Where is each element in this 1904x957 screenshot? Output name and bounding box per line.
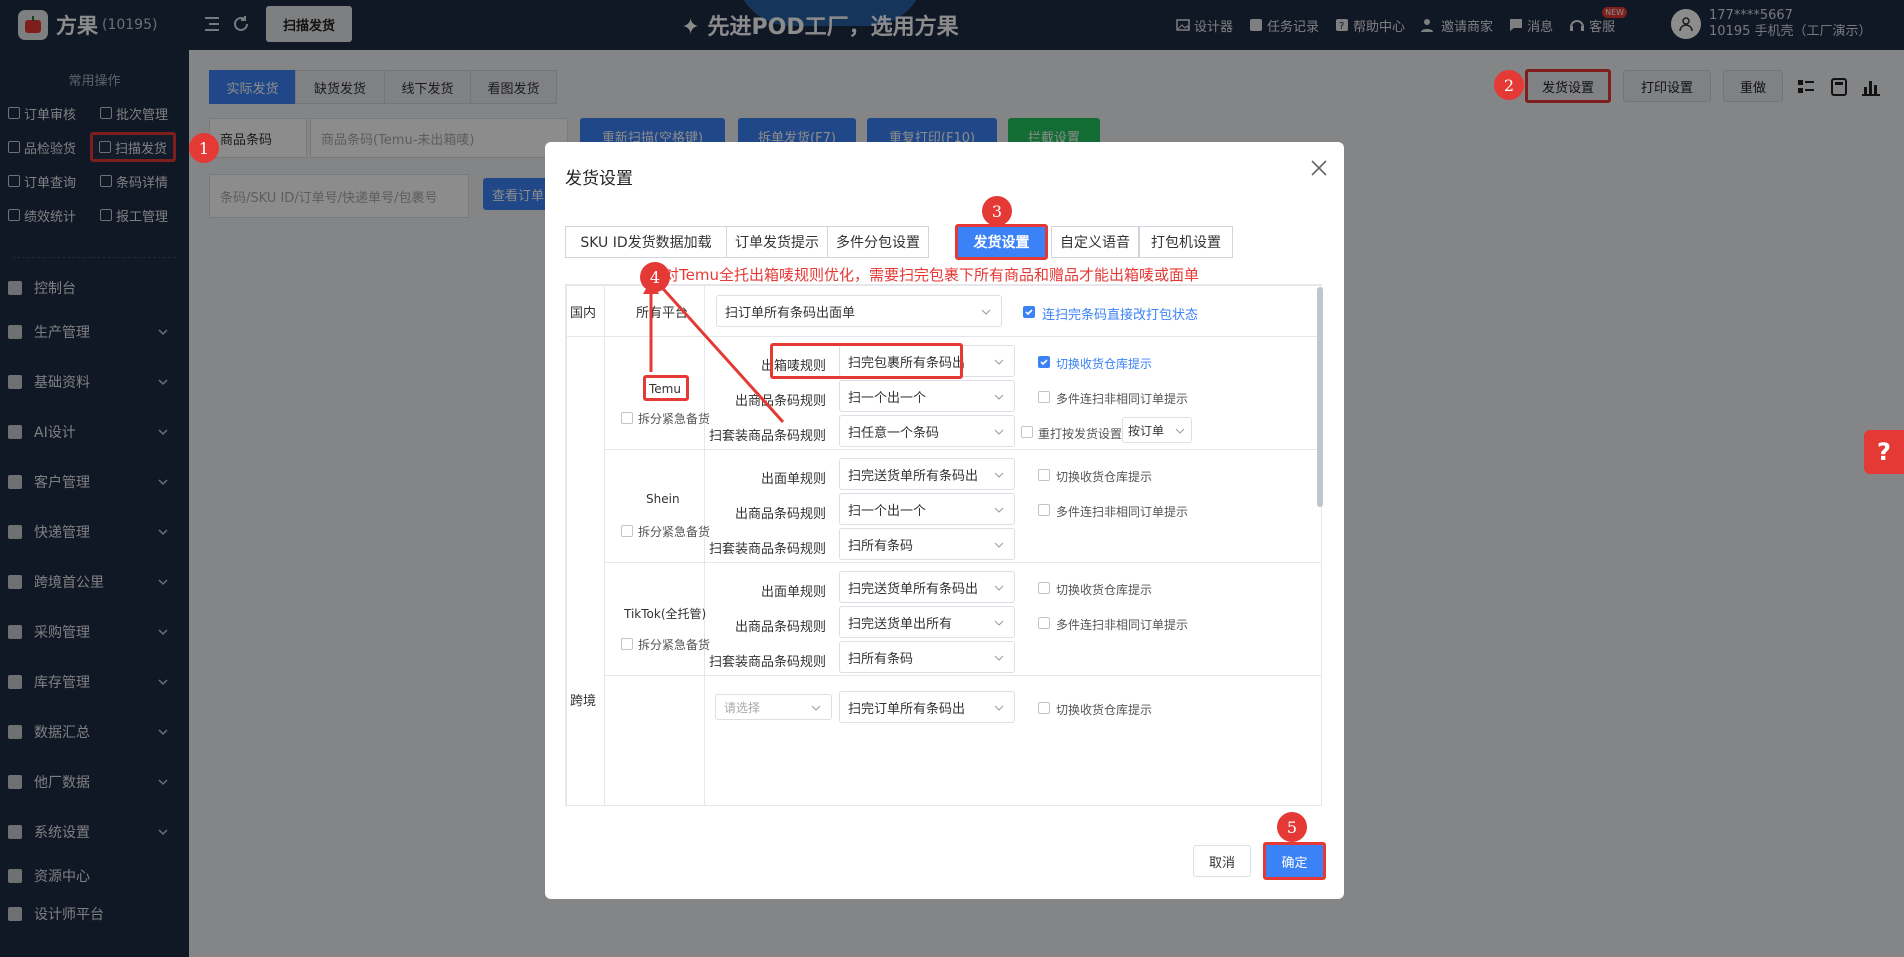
other-platform-select[interactable]: 请选择: [715, 694, 832, 720]
check-icon: [1025, 309, 1033, 316]
tiktok-warehouse-tip-label: 切换收货仓库提示: [1056, 583, 1153, 597]
temu-set-rule-select[interactable]: 扫任意一个条码: [839, 415, 1015, 447]
tab-packer-settings[interactable]: 打包机设置: [1139, 226, 1233, 258]
temu-warehouse-tip-checkbox[interactable]: [1038, 356, 1050, 368]
tab-custom-voice[interactable]: 自定义语音: [1051, 226, 1139, 258]
tiktok-multi-scan-label: 多件连扫非相同订单提示: [1056, 618, 1189, 632]
callout-1: 1: [189, 133, 219, 163]
tiktok-warehouse-tip-checkbox[interactable]: [1038, 582, 1050, 594]
temu-multi-scan-checkbox[interactable]: [1038, 391, 1050, 403]
question-icon: ?: [1877, 438, 1891, 466]
temu-reprint-checkbox[interactable]: [1021, 426, 1033, 438]
help-float-tab[interactable]: ?: [1864, 430, 1904, 474]
temu-reprint-label: 重打按发货设置走: [1038, 427, 1135, 441]
temu-barcode-rule-select[interactable]: 扫一个出一个: [839, 380, 1015, 412]
tiktok-rule3-label: 扫套装商品条码规则: [708, 655, 826, 670]
shein-barcode-rule-select[interactable]: 扫一个出一个: [839, 493, 1015, 525]
platform-tiktok: TikTok(全托管): [624, 607, 707, 621]
select-value: 扫完送货单出所有: [848, 616, 953, 632]
select-value: 扫一个出一个: [848, 390, 927, 406]
other-warehouse-tip-label: 切换收货仓库提示: [1056, 703, 1153, 717]
chevron-down-icon: [994, 620, 1004, 626]
select-value: 扫所有条码: [848, 651, 914, 667]
callout-2: 2: [1494, 70, 1524, 100]
chevron-down-icon: [994, 472, 1004, 478]
chevron-down-icon: [994, 359, 1004, 365]
check-icon: [1040, 359, 1048, 366]
crossborder-label-cell: [566, 336, 605, 805]
close-icon[interactable]: [1309, 158, 1329, 178]
tiktok-set-rule-select[interactable]: 扫所有条码: [839, 641, 1015, 673]
tiktok-rule2-label: 出商品条码规则: [734, 620, 826, 635]
chevron-down-icon: [994, 705, 1004, 711]
auto-pack-label: 连扫完条码直接改打包状态: [1042, 308, 1199, 323]
chevron-down-icon: [994, 394, 1004, 400]
temu-warehouse-tip-label: 切换收货仓库提示: [1056, 357, 1153, 371]
chevron-down-icon: [994, 542, 1004, 548]
callout-3: 3: [982, 196, 1012, 226]
auto-pack-checkbox[interactable]: [1023, 306, 1035, 318]
shein-split-checkbox[interactable]: [621, 525, 633, 537]
chevron-down-icon: [981, 309, 991, 315]
chevron-down-icon: [811, 705, 821, 711]
callout-5: 5: [1277, 812, 1307, 842]
temu-reprint-mode-select[interactable]: 按订单: [1122, 417, 1192, 443]
confirm-button[interactable]: 确定: [1263, 842, 1326, 880]
tab-multi-package[interactable]: 多件分包设置: [827, 226, 929, 258]
chevron-down-icon: [994, 585, 1004, 591]
domestic-label: 国内: [570, 306, 597, 321]
tiktok-label-rule-select[interactable]: 扫完送货单所有条码出: [839, 571, 1015, 603]
annotation-arrows: [643, 274, 785, 424]
select-value: 扫完送货单所有条码出: [848, 468, 979, 484]
select-value: 扫任意一个条码: [848, 425, 940, 441]
chevron-down-icon: [994, 429, 1004, 435]
chevron-down-icon: [994, 655, 1004, 661]
tiktok-barcode-rule-select[interactable]: 扫完送货单出所有: [839, 606, 1015, 638]
chevron-down-icon: [994, 507, 1004, 513]
shein-multi-scan-checkbox[interactable]: [1038, 504, 1050, 516]
tiktok-rule1-label: 出面单规则: [760, 585, 826, 600]
cancel-button[interactable]: 取消: [1193, 845, 1251, 877]
shein-warehouse-tip-label: 切换收货仓库提示: [1056, 470, 1153, 484]
select-value: 扫所有条码: [848, 538, 914, 554]
other-platform-cell: [604, 675, 705, 805]
other-rule-select[interactable]: 扫完订单所有条码出: [839, 691, 1015, 723]
box-rule-highlight: [770, 343, 963, 379]
shein-rule3-label: 扫套装商品条码规则: [708, 542, 826, 557]
table-scrollbar[interactable]: [1317, 287, 1323, 507]
dialog-title: 发货设置: [565, 169, 633, 189]
tiktok-multi-scan-checkbox[interactable]: [1038, 617, 1050, 629]
select-value: 扫完订单所有条码出: [848, 701, 966, 717]
ship-settings-dialog: 发货设置 SKU ID发货数据加载 订单发货提示 多件分包设置 发货设置 自定义…: [545, 142, 1344, 899]
crossborder-label: 跨境: [570, 694, 597, 709]
select-value: 扫一个出一个: [848, 503, 927, 519]
other-warehouse-tip-checkbox[interactable]: [1038, 702, 1050, 714]
select-value: 按订单: [1128, 423, 1165, 438]
temu-multi-scan-label: 多件连扫非相同订单提示: [1056, 392, 1189, 406]
tab-ship-settings[interactable]: 发货设置: [955, 224, 1048, 260]
shein-warehouse-tip-checkbox[interactable]: [1038, 469, 1050, 481]
shein-set-rule-select[interactable]: 扫所有条码: [839, 528, 1015, 560]
select-value: 扫完送货单所有条码出: [848, 581, 979, 597]
shein-rule2-label: 出商品条码规则: [734, 507, 826, 522]
tiktok-split-checkbox[interactable]: [621, 638, 633, 650]
shein-multi-scan-label: 多件连扫非相同订单提示: [1056, 505, 1189, 519]
callout-4: 4: [640, 262, 670, 292]
shein-label-rule-select[interactable]: 扫完送货单所有条码出: [839, 458, 1015, 490]
chevron-down-icon: [1175, 428, 1185, 434]
tab-sku-load[interactable]: SKU ID发货数据加载: [565, 226, 727, 258]
select-placeholder: 请选择: [724, 700, 761, 715]
tab-order-tips[interactable]: 订单发货提示: [726, 226, 828, 258]
